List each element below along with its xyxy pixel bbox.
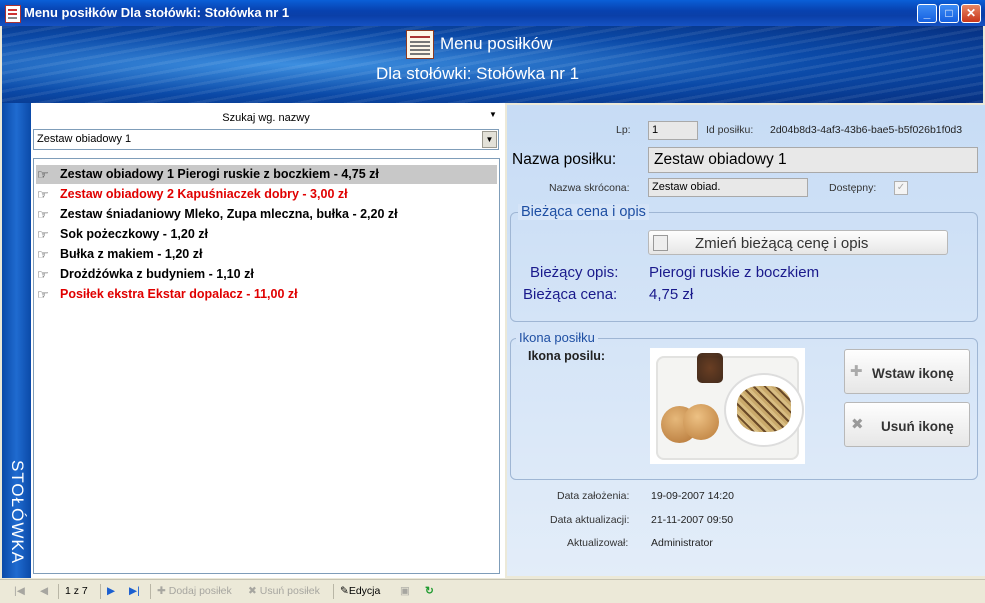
pointing-hand-icon: ☞ <box>37 247 49 262</box>
navigation-toolbar: |◀ ◀ 1 z 7 ▶ ▶| ✚ Dodaj posiłek ✖ Usuń p… <box>0 579 985 603</box>
meal-item-label: Drożdżówka z budyniem - 1,10 zł <box>60 267 254 281</box>
id-value: 2d04b8d3-4af3-43b6-bae5-b5f026b1f0d3 <box>770 124 963 136</box>
lp-field[interactable]: 1 <box>648 121 698 140</box>
edit-icon <box>653 235 668 251</box>
meal-list-item[interactable]: ☞ Zestaw obiadowy 2 Kapuśniaczek dobry - … <box>36 185 497 204</box>
price-group-title: Bieżąca cena i opis <box>518 204 649 220</box>
current-price-value: 4,75 zł <box>649 286 694 303</box>
pointing-hand-icon: ☞ <box>37 187 49 202</box>
current-description-value: Pierogi ruskie z boczkiem <box>649 264 820 281</box>
short-name-field[interactable]: Zestaw obiad. <box>648 178 808 197</box>
search-value[interactable]: Zestaw obiadowy 1 <box>37 133 131 145</box>
edit-label: Edycja <box>348 585 381 597</box>
minimize-button[interactable]: _ <box>917 4 937 23</box>
delete-meal-label: Usuń posiłek <box>259 585 320 597</box>
window-title: Menu posiłków Dla stołówki: Stołówka nr … <box>24 5 290 20</box>
meal-list-item[interactable]: ☞ Drożdżówka z budyniem - 1,10 zł <box>36 265 497 284</box>
roll-shape <box>683 404 719 440</box>
pointing-hand-icon: ☞ <box>37 267 49 282</box>
meal-list-item[interactable]: ☞ Zestaw śniadaniowy Mleko, Zupa mleczna,… <box>36 205 497 224</box>
next-record-icon[interactable]: ▶ <box>107 585 115 597</box>
banner-title: Menu posiłków <box>440 34 553 53</box>
add-meal-label: Dodaj posiłek <box>168 585 232 597</box>
lp-label: Lp: <box>616 124 631 136</box>
insert-icon-button[interactable]: ✚ Wstaw ikonę <box>844 349 970 394</box>
previous-record-icon[interactable]: ◀ <box>40 585 48 597</box>
close-button[interactable]: ✕ <box>961 4 981 23</box>
title-bar: Menu posiłków Dla stołówki: Stołówka nr … <box>0 0 985 26</box>
edit-button[interactable]: ✎Edycja <box>340 585 380 597</box>
plus-icon: ✚ <box>850 363 863 380</box>
meal-list-item[interactable]: ☞ Zestaw obiadowy 1 Pierogi ruskie z bocz… <box>36 165 497 184</box>
updated-by-label: Aktualizował: <box>567 537 629 549</box>
created-date-label: Data założenia: <box>557 490 630 502</box>
created-date-value: 19-09-2007 14:20 <box>651 490 734 502</box>
id-label: Id posiłku: <box>706 124 754 136</box>
pierogi-shape <box>737 386 791 432</box>
menu-card-icon <box>406 30 434 59</box>
current-description-label: Bieżący opis: <box>530 264 619 281</box>
meal-item-label: Bułka z makiem - 1,20 zł <box>60 247 203 261</box>
meal-list[interactable]: ☞ Zestaw obiadowy 1 Pierogi ruskie z bocz… <box>33 158 500 574</box>
maximize-button[interactable]: □ <box>939 4 959 23</box>
current-price-label: Bieżąca cena: <box>523 286 618 303</box>
toolbar-separator <box>100 584 101 599</box>
change-price-button[interactable]: Zmień bieżącą cenę i opis <box>648 230 948 255</box>
meal-item-label: Posiłek ekstra Ekstar dopalacz - 11,00 z… <box>60 287 298 301</box>
meal-list-item[interactable]: ☞ Posiłek ekstra Ekstar dopalacz - 11,00 … <box>36 285 497 304</box>
pointing-hand-icon: ☞ <box>37 167 49 182</box>
first-record-icon[interactable]: |◀ <box>14 585 25 597</box>
x-icon: ✖ <box>248 585 257 597</box>
search-mode-arrow-icon[interactable]: ▼ <box>489 110 497 119</box>
save-icon[interactable]: ▣ <box>400 585 410 597</box>
record-position: 1 z 7 <box>65 585 88 597</box>
meal-details-panel: Lp: 1 Id posiłku: 2d04b8d3-4af3-43b6-bae… <box>507 105 985 576</box>
add-meal-button[interactable]: ✚ Dodaj posiłek <box>157 585 232 597</box>
available-checkbox[interactable]: ✓ <box>894 181 908 195</box>
toolbar-separator <box>333 584 334 599</box>
app-icon <box>5 5 21 23</box>
meal-item-label: Zestaw obiadowy 2 Kapuśniaczek dobry - 3… <box>60 187 348 201</box>
last-record-icon[interactable]: ▶| <box>129 585 140 597</box>
remove-icon-button[interactable]: ✖ Usuń ikonę <box>844 402 970 447</box>
icon-label: Ikona posilu: <box>528 349 606 363</box>
refresh-icon[interactable]: ↻ <box>425 585 434 597</box>
edit-icon: ✎ <box>340 585 349 597</box>
meal-list-item[interactable]: ☞ Sok pożeczkowy - 1,20 zł <box>36 225 497 244</box>
delete-meal-button[interactable]: ✖ Usuń posiłek <box>248 585 320 597</box>
plus-icon: ✚ <box>157 585 166 597</box>
banner-subtitle: Dla stołówki: Stołówka nr 1 <box>376 64 580 83</box>
pointing-hand-icon: ☞ <box>37 287 49 302</box>
toolbar-separator <box>150 584 151 599</box>
meal-item-label: Zestaw śniadaniowy Mleko, Zupa mleczna, … <box>60 207 398 221</box>
search-combobox[interactable]: Zestaw obiadowy 1 ▼ <box>33 129 499 150</box>
x-icon: ✖ <box>851 416 864 433</box>
name-field[interactable]: Zestaw obiadowy 1 <box>648 147 978 173</box>
pointing-hand-icon: ☞ <box>37 227 49 242</box>
icon-group-title: Ikona posiłku <box>516 330 598 345</box>
sidebar-label: STOŁÓWKA <box>8 460 27 565</box>
toolbar-separator <box>58 584 59 599</box>
remove-icon-label: Usuń ikonę <box>881 419 954 434</box>
tea-glass-shape <box>697 353 723 383</box>
name-label: Nazwa posiłku: <box>512 151 617 168</box>
available-label: Dostępny: <box>829 182 877 194</box>
meal-icon-image <box>650 348 805 464</box>
meal-list-item[interactable]: ☞ Bułka z makiem - 1,20 zł <box>36 245 497 264</box>
updated-by-value: Administrator <box>651 537 713 549</box>
search-mode-selector[interactable]: Szukaj wg. nazwy <box>33 110 499 126</box>
chevron-down-icon[interactable]: ▼ <box>482 131 497 148</box>
updated-date-label: Data aktualizacji: <box>550 514 630 526</box>
meal-item-label: Sok pożeczkowy - 1,20 zł <box>60 227 208 241</box>
pointing-hand-icon: ☞ <box>37 207 49 222</box>
change-price-label: Zmień bieżącą cenę i opis <box>695 235 869 252</box>
updated-date-value: 21-11-2007 09:50 <box>651 514 734 526</box>
meal-item-label: Zestaw obiadowy 1 Pierogi ruskie z boczk… <box>60 167 379 181</box>
short-name-label: Nazwa skrócona: <box>549 182 630 194</box>
insert-icon-label: Wstaw ikonę <box>872 366 954 381</box>
